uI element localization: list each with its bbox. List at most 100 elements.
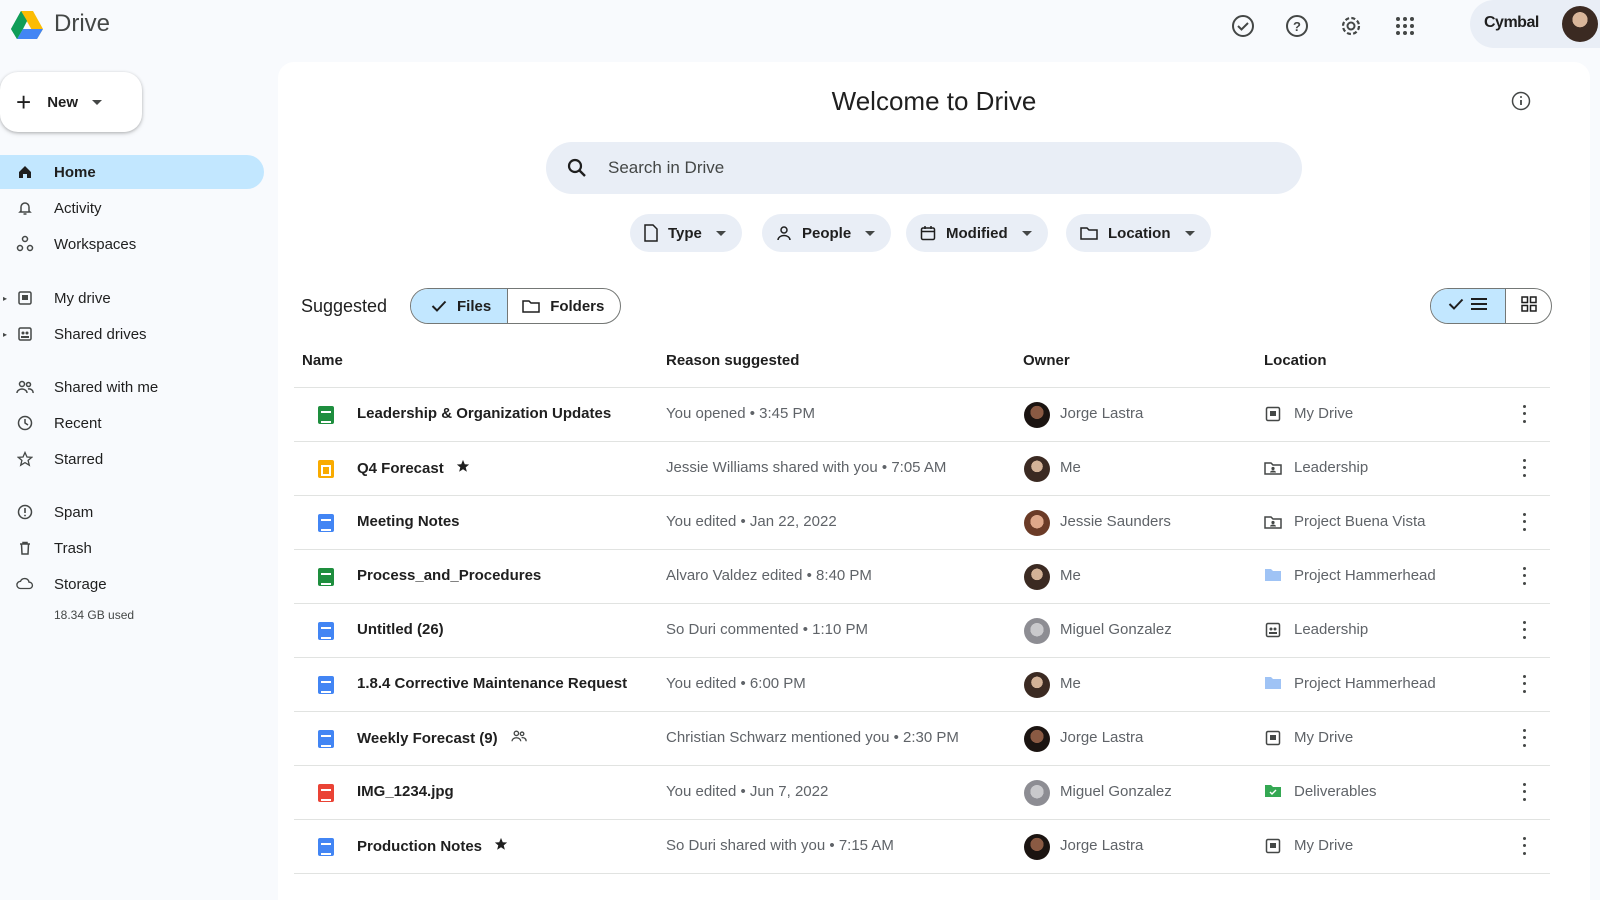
owner-avatar — [1024, 834, 1050, 860]
search-bar[interactable] — [546, 142, 1302, 194]
more-actions-icon[interactable] — [1518, 619, 1530, 641]
list-view-button[interactable] — [1431, 289, 1505, 323]
more-actions-icon[interactable] — [1518, 727, 1530, 749]
my-drive-icon — [1264, 406, 1282, 422]
more-actions-icon[interactable] — [1518, 565, 1530, 587]
file-name-text: Q4 Forecast — [357, 460, 444, 477]
file-name[interactable]: IMG_1234.jpg — [357, 783, 454, 800]
folders-toggle-button[interactable]: Folders — [507, 289, 620, 323]
owner-avatar — [1024, 456, 1050, 482]
docs-file-icon — [318, 838, 334, 856]
table-row[interactable]: Meeting Notes You edited • Jan 22, 2022 Je… — [294, 496, 1550, 550]
sidebar-item-recent[interactable]: Recent — [0, 406, 264, 440]
file-name-text: Process_and_Procedures — [357, 567, 542, 584]
help-icon[interactable]: ? — [1282, 11, 1312, 41]
folder-icon — [1264, 568, 1282, 584]
table-row[interactable]: 1.8.4 Corrective Maintenance Request You … — [294, 658, 1550, 712]
docs-file-icon — [318, 730, 334, 748]
owner-avatar — [1024, 618, 1050, 644]
location-name[interactable]: Project Buena Vista — [1294, 513, 1425, 530]
more-actions-icon[interactable] — [1518, 781, 1530, 803]
location-name[interactable]: Project Hammerhead — [1294, 675, 1436, 692]
table-row[interactable]: IMG_1234.jpg You edited • Jun 7, 2022 Migu… — [294, 766, 1550, 820]
grid-icon — [1520, 295, 1537, 317]
file-name[interactable]: Meeting Notes — [357, 513, 460, 530]
calendar-icon — [920, 225, 936, 241]
drive-logo-icon[interactable] — [10, 8, 44, 42]
sidebar-item-label: Home — [54, 163, 96, 181]
table-row[interactable]: Leadership & Organization Updates You ope… — [294, 388, 1550, 442]
sidebar-item-my-drive[interactable]: ▸ My drive — [0, 281, 264, 315]
page-title: Welcome to Drive — [831, 86, 1037, 116]
table-row[interactable]: Q4 Forecast Jessie Williams shared with y… — [294, 442, 1550, 496]
expand-icon[interactable]: ▸ — [3, 330, 7, 339]
sidebar-item-label: My drive — [54, 289, 111, 307]
file-name[interactable]: Process_and_Procedures — [357, 567, 541, 584]
table-row[interactable]: Untitled (26) So Duri commented • 1:10 PM… — [294, 604, 1550, 658]
sidebar-item-workspaces[interactable]: Workspaces — [0, 227, 264, 261]
filter-location[interactable]: Location — [1066, 214, 1211, 252]
sidebar-item-label: Recent — [54, 414, 102, 432]
location-name[interactable]: My Drive — [1294, 837, 1353, 854]
new-button[interactable]: + New — [0, 72, 142, 132]
owner-avatar — [1024, 402, 1050, 428]
owner-avatar — [1024, 564, 1050, 590]
location-name[interactable]: My Drive — [1294, 729, 1353, 746]
clock-icon — [16, 414, 34, 432]
files-toggle-button[interactable]: Files — [411, 289, 508, 323]
table-row[interactable]: Production Notes So Duri shared with you … — [294, 820, 1550, 874]
search-input[interactable] — [608, 152, 1208, 184]
caret-down-icon — [715, 230, 726, 236]
file-name[interactable]: Untitled (26) — [357, 621, 444, 638]
location-name[interactable]: Leadership — [1294, 621, 1368, 638]
location-name[interactable]: Leadership — [1294, 459, 1368, 476]
sidebar-item-storage[interactable]: Storage — [0, 567, 264, 601]
more-actions-icon[interactable] — [1518, 457, 1530, 479]
sidebar-item-trash[interactable]: Trash — [0, 531, 264, 565]
more-actions-icon[interactable] — [1518, 403, 1530, 425]
trash-icon — [16, 539, 34, 557]
more-actions-icon[interactable] — [1518, 511, 1530, 533]
shared-folder-icon — [1264, 514, 1282, 530]
location-name[interactable]: Project Hammerhead — [1294, 567, 1436, 584]
column-reason: Reason suggested — [666, 352, 800, 369]
location-name[interactable]: Deliverables — [1294, 783, 1377, 800]
file-name[interactable]: Production Notes — [357, 837, 508, 855]
filter-type[interactable]: Type — [630, 214, 742, 252]
sidebar-item-shared-drives[interactable]: ▸ Shared drives — [0, 317, 264, 351]
sidebar-item-shared-with-me[interactable]: Shared with me — [0, 370, 264, 404]
info-icon[interactable] — [1510, 90, 1532, 117]
more-actions-icon[interactable] — [1518, 835, 1530, 857]
filter-people[interactable]: People — [762, 214, 892, 252]
caret-down-icon — [1021, 230, 1032, 236]
table-row[interactable]: Weekly Forecast (9) Christian Schwarz men… — [294, 712, 1550, 766]
file-name[interactable]: Weekly Forecast (9) — [357, 729, 528, 747]
sidebar-item-activity[interactable]: Activity — [0, 191, 264, 225]
expand-icon[interactable]: ▸ — [3, 294, 7, 303]
reason-suggested: You opened • 3:45 PM — [666, 405, 815, 422]
status-check-icon[interactable] — [1228, 11, 1258, 41]
user-avatar[interactable] — [1562, 6, 1598, 42]
grid-view-button[interactable] — [1505, 289, 1551, 323]
shared-with-me-icon — [16, 378, 34, 396]
search-icon[interactable] — [566, 157, 588, 184]
sidebar-item-home[interactable]: Home — [0, 155, 264, 189]
sidebar-item-spam[interactable]: Spam — [0, 495, 264, 529]
apps-grid-icon[interactable] — [1390, 11, 1420, 41]
file-name[interactable]: Q4 Forecast — [357, 459, 470, 477]
new-button-label: New — [47, 93, 79, 111]
file-name[interactable]: Leadership & Organization Updates — [357, 405, 611, 422]
filter-label: Type — [668, 224, 702, 242]
file-name[interactable]: 1.8.4 Corrective Maintenance Request — [357, 675, 627, 692]
filter-modified[interactable]: Modified — [906, 214, 1048, 252]
storage-used-text: 18.34 GB used — [54, 608, 135, 622]
more-actions-icon[interactable] — [1518, 673, 1530, 695]
table-row[interactable]: Process_and_Procedures Alvaro Valdez edit… — [294, 550, 1550, 604]
file-name-text: Untitled (26) — [357, 621, 444, 638]
app-name[interactable]: Drive — [54, 10, 110, 38]
column-name[interactable]: Name — [302, 352, 343, 369]
column-owner: Owner — [1023, 352, 1070, 369]
settings-icon[interactable] — [1336, 11, 1366, 41]
location-name[interactable]: My Drive — [1294, 405, 1353, 422]
sidebar-item-starred[interactable]: Starred — [0, 442, 264, 476]
